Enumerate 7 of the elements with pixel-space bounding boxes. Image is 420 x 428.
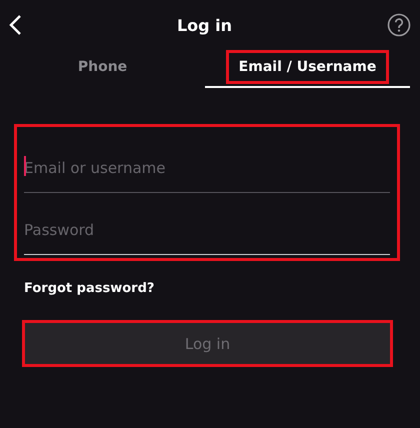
page-title: Log in <box>176 16 232 34</box>
help-icon[interactable] <box>387 13 411 37</box>
forgot-password-link[interactable]: Forgot password? <box>24 281 154 296</box>
back-icon[interactable] <box>8 14 22 36</box>
input-field[interactable]: Email or username <box>24 131 390 193</box>
tab[interactable]: Phone <box>64 50 140 84</box>
tab[interactable]: Email / Username <box>226 50 390 84</box>
